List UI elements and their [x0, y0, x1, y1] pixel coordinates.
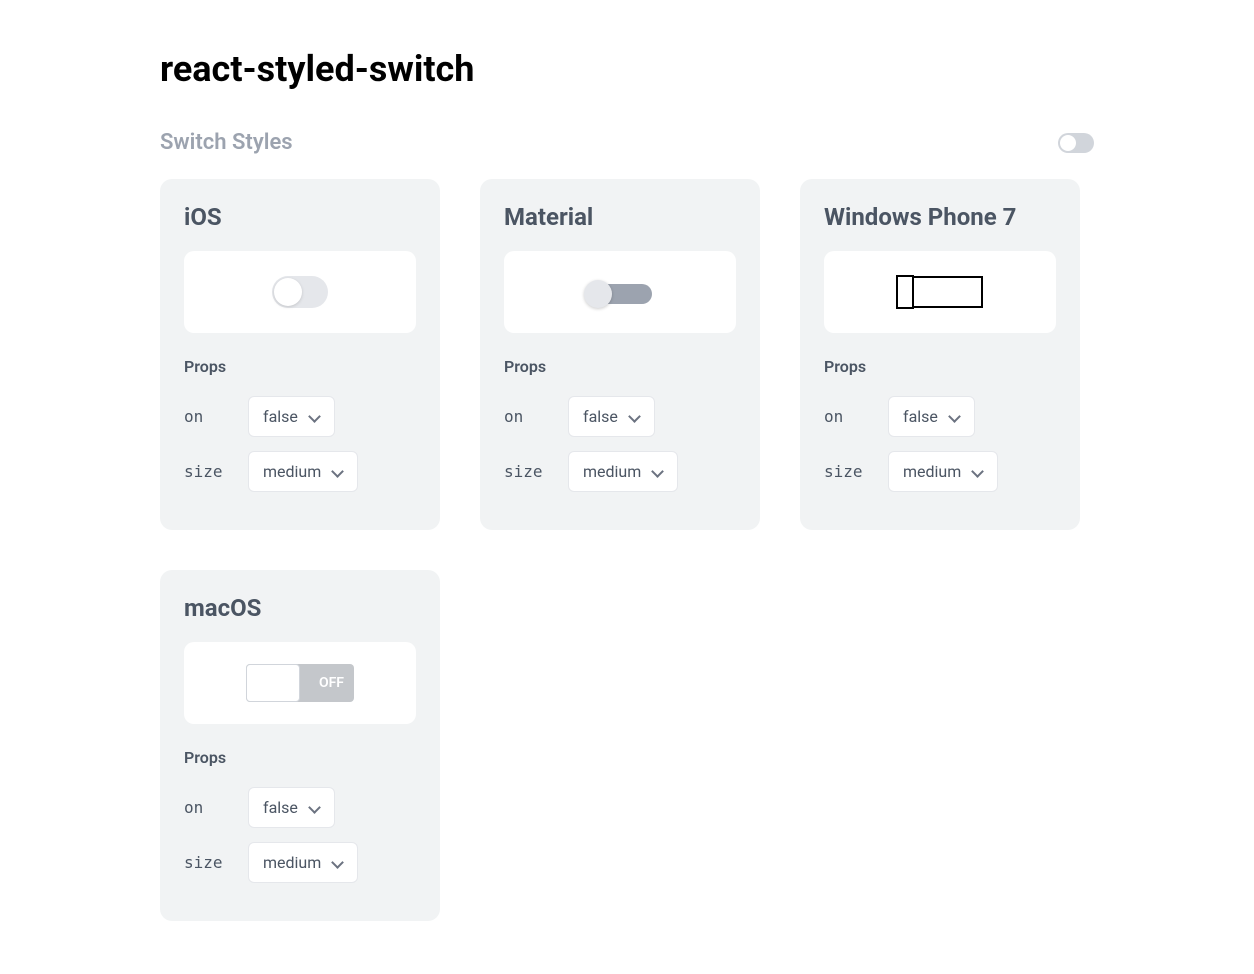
- switch-knob: [246, 664, 300, 702]
- select-value: false: [263, 407, 298, 426]
- section-header: Switch Styles: [160, 130, 1094, 155]
- on-select[interactable]: false: [248, 396, 335, 437]
- chevron-down-icon: [331, 466, 343, 478]
- switch-off-label: OFF: [319, 675, 344, 691]
- prop-row-on: on false: [824, 396, 1056, 437]
- chevron-down-icon: [971, 466, 983, 478]
- card-ios: iOS Props on false size medium: [160, 179, 440, 530]
- prop-row-on: on false: [184, 787, 416, 828]
- card-title: macOS: [184, 594, 416, 622]
- prop-name: on: [504, 407, 568, 426]
- props-heading: Props: [184, 748, 416, 767]
- select-value: false: [583, 407, 618, 426]
- chevron-down-icon: [308, 411, 320, 423]
- card-title: Windows Phone 7: [824, 203, 1056, 231]
- size-select[interactable]: medium: [888, 451, 998, 492]
- chevron-down-icon: [651, 466, 663, 478]
- on-select[interactable]: false: [568, 396, 655, 437]
- card-material: Material Props on false size medium: [480, 179, 760, 530]
- macos-switch[interactable]: OFF: [246, 664, 354, 702]
- prop-name: on: [184, 407, 248, 426]
- prop-name: on: [184, 798, 248, 817]
- props-heading: Props: [504, 357, 736, 376]
- prop-row-on: on false: [184, 396, 416, 437]
- props-heading: Props: [184, 357, 416, 376]
- prop-name: size: [184, 462, 248, 481]
- switch-knob: [1060, 135, 1076, 151]
- size-select[interactable]: medium: [568, 451, 678, 492]
- select-value: medium: [263, 853, 321, 872]
- prop-name: size: [504, 462, 568, 481]
- cards-grid: iOS Props on false size medium Material: [160, 179, 1094, 921]
- chevron-down-icon: [308, 802, 320, 814]
- switch-preview: [824, 251, 1056, 333]
- prop-name: on: [824, 407, 888, 426]
- card-macos: macOS OFF Props on false size medium: [160, 570, 440, 921]
- page-title: react-styled-switch: [160, 48, 1094, 90]
- switch-knob: [896, 275, 914, 309]
- select-value: medium: [903, 462, 961, 481]
- props-heading: Props: [824, 357, 1056, 376]
- theme-toggle-switch[interactable]: [1058, 133, 1094, 153]
- prop-row-on: on false: [504, 396, 736, 437]
- switch-preview: [504, 251, 736, 333]
- wp7-switch[interactable]: [897, 276, 983, 308]
- on-select[interactable]: false: [888, 396, 975, 437]
- select-value: false: [903, 407, 938, 426]
- select-value: medium: [263, 462, 321, 481]
- chevron-down-icon: [331, 857, 343, 869]
- prop-row-size: size medium: [504, 451, 736, 492]
- size-select[interactable]: medium: [248, 842, 358, 883]
- prop-row-size: size medium: [184, 842, 416, 883]
- select-value: medium: [583, 462, 641, 481]
- on-select[interactable]: false: [248, 787, 335, 828]
- switch-knob: [584, 280, 612, 308]
- material-switch[interactable]: [584, 280, 656, 304]
- prop-row-size: size medium: [824, 451, 1056, 492]
- card-wp7: Windows Phone 7 Props on false size medi…: [800, 179, 1080, 530]
- select-value: false: [263, 798, 298, 817]
- switch-preview: OFF: [184, 642, 416, 724]
- card-title: Material: [504, 203, 736, 231]
- prop-name: size: [184, 853, 248, 872]
- prop-row-size: size medium: [184, 451, 416, 492]
- switch-knob: [274, 278, 302, 306]
- switch-preview: [184, 251, 416, 333]
- prop-name: size: [824, 462, 888, 481]
- section-title: Switch Styles: [160, 130, 293, 155]
- chevron-down-icon: [628, 411, 640, 423]
- chevron-down-icon: [948, 411, 960, 423]
- ios-switch[interactable]: [272, 276, 328, 308]
- card-title: iOS: [184, 203, 416, 231]
- size-select[interactable]: medium: [248, 451, 358, 492]
